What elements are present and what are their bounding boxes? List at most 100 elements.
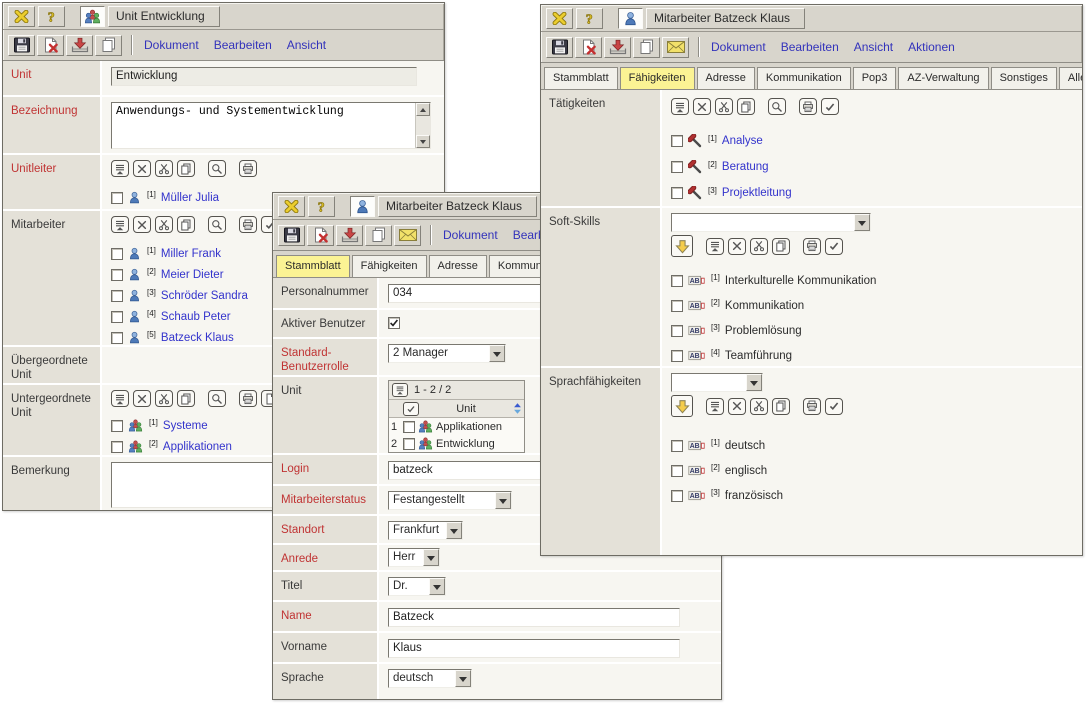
list-icon[interactable] (111, 390, 129, 407)
tab-stammblatt[interactable]: Stammblatt (276, 255, 350, 277)
dropdown-arrow-icon[interactable] (423, 549, 439, 566)
copy-icon[interactable] (177, 390, 195, 407)
scroll-down-button[interactable] (416, 135, 430, 148)
menu-dokument[interactable]: Dokument (711, 40, 766, 54)
delete-icon[interactable] (728, 398, 746, 415)
copy-document-button[interactable] (95, 35, 122, 56)
tab-kommunikation[interactable]: Kommunikation (757, 67, 851, 89)
save-button[interactable] (278, 225, 305, 246)
menu-ansicht[interactable]: Ansicht (287, 38, 326, 52)
dropdown-arrow-icon[interactable] (489, 345, 505, 362)
sprache-select[interactable]: deutsch (388, 669, 472, 688)
mitarbeiter-link[interactable]: Schröder Sandra (161, 290, 248, 302)
item-checkbox[interactable] (111, 441, 123, 453)
item-checkbox[interactable] (111, 290, 123, 302)
tab-adresse[interactable]: Adresse (697, 67, 755, 89)
mail-button[interactable] (394, 225, 421, 246)
cut-icon[interactable] (750, 398, 768, 415)
help-button[interactable] (308, 196, 335, 217)
item-checkbox[interactable] (111, 420, 123, 432)
mitarbeiter-link[interactable]: Schaub Peter (161, 311, 231, 323)
checkin-button[interactable] (66, 35, 93, 56)
menu-dokument[interactable]: Dokument (144, 38, 199, 52)
scrollbar[interactable] (415, 103, 430, 148)
cut-icon[interactable] (155, 390, 173, 407)
list-icon[interactable] (392, 383, 408, 397)
copy-icon[interactable] (772, 238, 790, 255)
tab-az-verwaltung[interactable]: AZ-Verwaltung (898, 67, 988, 89)
delete-icon[interactable] (133, 216, 151, 233)
cut-icon[interactable] (715, 98, 733, 115)
menu-aktionen[interactable]: Aktionen (908, 40, 955, 54)
help-button[interactable] (576, 8, 603, 29)
copy-document-button[interactable] (365, 225, 392, 246)
copy-icon[interactable] (177, 216, 195, 233)
delete-document-button[interactable] (37, 35, 64, 56)
close-button[interactable] (8, 6, 35, 27)
item-checkbox[interactable] (111, 248, 123, 260)
scroll-up-button[interactable] (416, 103, 430, 116)
select-all-icon[interactable] (825, 398, 843, 415)
delete-document-button[interactable] (307, 225, 334, 246)
delete-icon[interactable] (693, 98, 711, 115)
copy-icon[interactable] (737, 98, 755, 115)
unitleiter-link[interactable]: Müller Julia (161, 192, 219, 204)
delete-icon[interactable] (133, 390, 151, 407)
tab-alle[interactable]: Alle (1059, 67, 1083, 89)
item-checkbox[interactable] (671, 350, 683, 362)
cut-icon[interactable] (155, 216, 173, 233)
help-button[interactable] (38, 6, 65, 27)
menu-bearbeiten[interactable]: Bearbeiten (781, 40, 839, 54)
mitarbeiter-link[interactable]: Meier Dieter (161, 269, 224, 281)
print-icon[interactable] (239, 160, 257, 177)
tab-adresse[interactable]: Adresse (429, 255, 487, 277)
list-icon[interactable] (706, 398, 724, 415)
row-checkbox[interactable] (403, 421, 415, 433)
print-icon[interactable] (803, 238, 821, 255)
taetigkeit-link[interactable]: Analyse (722, 135, 763, 147)
dropdown-arrow-icon[interactable] (446, 522, 462, 539)
standort-select[interactable]: Frankfurt (388, 521, 463, 540)
item-checkbox[interactable] (671, 300, 683, 312)
item-checkbox[interactable] (111, 332, 123, 344)
close-button[interactable] (278, 196, 305, 217)
item-checkbox[interactable] (671, 490, 683, 502)
taetigkeit-link[interactable]: Beratung (722, 161, 769, 173)
delete-document-button[interactable] (575, 37, 602, 58)
mitarbeiterstatus-select[interactable]: Festangestellt (388, 491, 512, 510)
dropdown-arrow-icon[interactable] (854, 214, 870, 231)
list-icon[interactable] (706, 238, 724, 255)
select-all-icon[interactable] (403, 402, 419, 416)
search-icon[interactable] (768, 98, 786, 115)
delete-icon[interactable] (728, 238, 746, 255)
item-checkbox[interactable] (671, 161, 683, 173)
copy-icon[interactable] (772, 398, 790, 415)
tab-faehigkeiten[interactable]: Fähigkeiten (352, 255, 427, 277)
item-checkbox[interactable] (671, 135, 683, 147)
aktiver-benutzer-checkbox[interactable] (388, 317, 400, 329)
copy-document-button[interactable] (633, 37, 660, 58)
anrede-select[interactable]: Herr (388, 548, 440, 567)
print-icon[interactable] (803, 398, 821, 415)
benutzerrolle-select[interactable]: 2 Manager (388, 344, 506, 363)
menu-bearbeiten[interactable]: Bearbeiten (214, 38, 272, 52)
add-selected-icon[interactable] (671, 395, 693, 417)
item-checkbox[interactable] (671, 187, 683, 199)
item-checkbox[interactable] (111, 192, 123, 204)
tab-faehigkeiten[interactable]: Fähigkeiten (620, 67, 695, 89)
save-button[interactable] (546, 37, 573, 58)
item-checkbox[interactable] (111, 269, 123, 281)
row-checkbox[interactable] (403, 438, 415, 450)
list-icon[interactable] (111, 216, 129, 233)
mail-button[interactable] (662, 37, 689, 58)
search-icon[interactable] (208, 160, 226, 177)
item-checkbox[interactable] (671, 465, 683, 477)
mitarbeiter-link[interactable]: Miller Frank (161, 248, 221, 260)
copy-icon[interactable] (177, 160, 195, 177)
mitarbeiter-link[interactable]: Batzeck Klaus (161, 332, 234, 344)
menu-dokument[interactable]: Dokument (443, 228, 498, 242)
print-icon[interactable] (239, 390, 257, 407)
item-checkbox[interactable] (671, 275, 683, 287)
list-icon[interactable] (111, 160, 129, 177)
tab-pop3[interactable]: Pop3 (853, 67, 897, 89)
